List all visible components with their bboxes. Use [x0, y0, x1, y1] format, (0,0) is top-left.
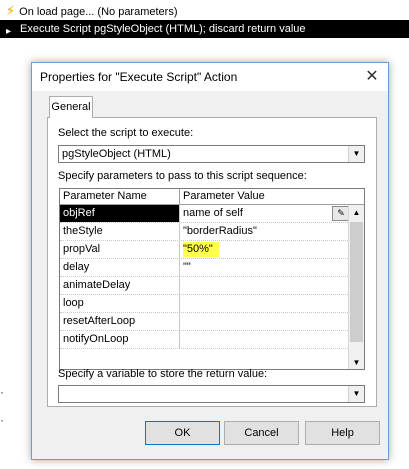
- script-step-onload-text: On load page... (No parameters): [19, 6, 178, 18]
- param-name: loop: [60, 295, 180, 312]
- table-row[interactable]: loop: [60, 295, 364, 313]
- table-row[interactable]: objRef name of self ✎: [60, 205, 364, 223]
- help-button[interactable]: Help: [305, 421, 380, 445]
- param-name: theStyle: [60, 223, 180, 240]
- script-select-value: pgStyleObject (HTML): [62, 148, 171, 160]
- param-value[interactable]: [180, 295, 350, 312]
- close-icon[interactable]: ✕: [362, 67, 382, 87]
- param-value[interactable]: "": [180, 259, 350, 276]
- tab-general[interactable]: General: [49, 96, 93, 118]
- table-row[interactable]: resetAfterLoop: [60, 313, 364, 331]
- lightning-icon: ⚡: [6, 3, 16, 18]
- param-value[interactable]: [180, 313, 350, 330]
- grid-scrollbar[interactable]: ▲ ▼: [348, 205, 364, 369]
- grid-header: Parameter Name Parameter Value: [60, 189, 364, 205]
- table-row[interactable]: notifyOnLoop: [60, 331, 364, 349]
- ok-button[interactable]: OK: [145, 421, 220, 445]
- param-name: delay: [60, 259, 180, 276]
- params-label: Specify parameters to pass to this scrip…: [58, 170, 307, 182]
- param-value[interactable]: name of self ✎: [180, 205, 350, 222]
- scrollbar-thumb[interactable]: [350, 222, 363, 342]
- left-edge-mark: ·: [0, 385, 4, 399]
- param-value-highlighted: "50%": [183, 242, 219, 257]
- cancel-button[interactable]: Cancel: [224, 421, 299, 445]
- script-step-execute[interactable]: ▸ Execute Script pgStyleObject (HTML); d…: [0, 20, 409, 38]
- dialog-titlebar[interactable]: Properties for "Execute Script" Action ✕: [32, 63, 388, 91]
- table-row[interactable]: propVal "50%": [60, 241, 364, 259]
- left-edge-mark-2: ·: [0, 413, 4, 427]
- param-value[interactable]: [180, 277, 350, 294]
- script-select-label: Select the script to execute:: [58, 127, 194, 139]
- table-row[interactable]: animateDelay: [60, 277, 364, 295]
- script-select[interactable]: pgStyleObject (HTML) ▼: [58, 145, 365, 163]
- step-arrow-icon: ▸: [6, 26, 12, 37]
- param-name: propVal: [60, 241, 180, 258]
- param-value-text: name of self: [183, 207, 243, 219]
- table-row[interactable]: theStyle "borderRadius": [60, 223, 364, 241]
- param-name: notifyOnLoop: [60, 331, 180, 348]
- param-value[interactable]: [180, 331, 350, 348]
- script-step-onload[interactable]: ⚡ On load page... (No parameters): [6, 2, 178, 20]
- chevron-down-icon[interactable]: ▼: [348, 386, 364, 402]
- return-var-select[interactable]: ▼: [58, 385, 365, 403]
- scroll-up-icon[interactable]: ▲: [349, 205, 364, 220]
- param-name: resetAfterLoop: [60, 313, 180, 330]
- script-step-execute-text: Execute Script pgStyleObject (HTML); dis…: [20, 23, 306, 35]
- param-value[interactable]: "50%": [180, 241, 350, 258]
- scroll-down-icon[interactable]: ▼: [349, 355, 364, 369]
- execute-script-dialog: Properties for "Execute Script" Action ✕…: [31, 62, 389, 460]
- parameters-grid: Parameter Name Parameter Value objRef na…: [59, 188, 365, 370]
- param-value[interactable]: "borderRadius": [180, 223, 350, 240]
- table-row[interactable]: delay "": [60, 259, 364, 277]
- return-var-label: Specify a variable to store the return v…: [58, 368, 268, 380]
- param-name: animateDelay: [60, 277, 180, 294]
- column-header-name[interactable]: Parameter Name: [60, 189, 180, 204]
- chevron-down-icon[interactable]: ▼: [348, 146, 364, 162]
- dialog-title: Properties for "Execute Script" Action: [40, 70, 238, 84]
- param-name: objRef: [60, 205, 180, 222]
- column-header-value[interactable]: Parameter Value: [180, 189, 350, 204]
